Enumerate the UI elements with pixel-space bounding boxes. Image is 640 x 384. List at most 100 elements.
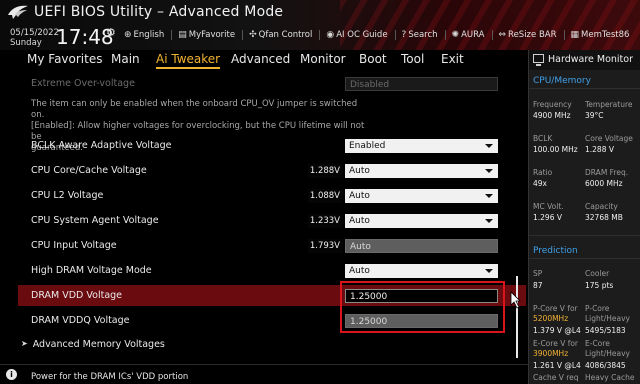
dram-vdd-voltage-label: DRAM VDD Voltage <box>31 290 123 301</box>
ecore-light-heavy-label: Light/Heavy <box>585 349 630 358</box>
ecore-label: E-Core <box>585 339 610 348</box>
date-display: 05/15/2022 Sunday <box>10 28 59 48</box>
aura-label: AURA <box>461 30 485 40</box>
day-text: Sunday <box>10 38 42 48</box>
myfavorite-button[interactable]: ▤ MyFavorite <box>178 30 235 40</box>
resize-bar-label: ReSize BAR <box>508 30 557 40</box>
cpu-l2-voltage-dropdown[interactable]: Auto <box>345 189 498 203</box>
cooler-value: 175 pts <box>585 281 614 290</box>
tab-advanced[interactable]: Advanced <box>231 52 290 66</box>
toolbar-divider <box>394 30 396 40</box>
main-menu: My Favorites Main Ai Tweaker Advanced Mo… <box>0 50 528 71</box>
chevron-down-icon <box>485 194 493 198</box>
toolbar-divider <box>563 30 565 40</box>
bclk-aware-value: Enabled <box>349 141 386 151</box>
cpu-input-voltage-field[interactable]: Auto <box>345 239 498 253</box>
clock-settings-icon[interactable]: ⚙ <box>106 26 116 39</box>
toolbar-divider <box>319 30 321 40</box>
pcore-light-heavy-value: 5495/5183 <box>585 326 626 335</box>
ecore-v-for-label: E-Core V for <box>533 339 579 348</box>
tab-main[interactable]: Main <box>111 52 140 66</box>
ratio-label: Ratio <box>533 168 553 177</box>
cache-v-req-label: Cache V req <box>533 373 579 382</box>
aura-icon: ✺ <box>451 30 460 40</box>
cpu-l2-voltage-reading: 1.088V <box>308 189 343 203</box>
pcore-label: P-Core <box>585 304 610 313</box>
advanced-memory-voltages-submenu[interactable]: ➤ Advanced Memory Voltages <box>21 339 165 350</box>
language-button[interactable]: ⊕ English <box>124 30 164 40</box>
info-icon: i <box>6 369 17 380</box>
settings-scrollbar[interactable] <box>516 276 518 358</box>
mouse-cursor-icon <box>510 291 521 309</box>
bclk-aware-label: BCLK Aware Adaptive Voltage <box>31 140 172 151</box>
annotation-highlight-box <box>340 281 505 333</box>
tab-tool[interactable]: Tool <box>401 52 424 66</box>
help-icon: ? <box>401 30 407 40</box>
tab-my-favorites[interactable]: My Favorites <box>27 52 102 66</box>
temperature-label: Temperature <box>585 100 633 109</box>
tab-exit[interactable]: Exit <box>441 52 464 66</box>
tab-ai-tweaker[interactable]: Ai Tweaker <box>156 52 221 69</box>
favorite-icon: ▤ <box>178 30 187 40</box>
settings-panel: Extreme Over-voltage Disabled The item c… <box>18 71 526 364</box>
memtest86-button[interactable]: ▦ MemTest86 <box>571 30 630 40</box>
chevron-right-icon: ➤ <box>21 339 28 348</box>
description-line: The item can only be enabled when the on… <box>31 99 358 120</box>
language-label: English <box>133 30 165 40</box>
pcore-v-for-frequency: 5200MHz <box>533 314 569 323</box>
cpu-core-cache-voltage-reading: 1.288V <box>308 164 343 178</box>
toolbar: ⊕ English ▤ MyFavorite ✣ Qfan Control ◉ … <box>124 30 629 40</box>
resize-icon: ⇔ <box>498 30 507 40</box>
ai-oc-guide-label: AI OC Guide <box>336 30 388 40</box>
high-dram-voltage-mode-dropdown[interactable]: Auto <box>345 264 498 278</box>
frequency-label: Frequency <box>533 100 572 109</box>
toolbar-divider <box>171 30 173 40</box>
chevron-down-icon <box>485 269 493 273</box>
aura-button[interactable]: ✺ AURA <box>452 30 485 40</box>
ai-oc-icon: ◉ <box>326 30 335 40</box>
app-title: UEFI BIOS Utility – Advanced Mode <box>34 4 284 20</box>
cpu-system-agent-voltage-label: CPU System Agent Voltage <box>31 215 159 226</box>
rog-logo-icon <box>8 5 28 19</box>
chevron-down-icon <box>485 219 493 223</box>
header-decoration <box>340 0 640 50</box>
ecore-v-for-frequency: 3900MHz <box>533 349 569 358</box>
section-divider <box>529 88 640 89</box>
help-text: Power for the DRAM ICs' VDD portion <box>31 372 189 382</box>
myfavorite-label: MyFavorite <box>188 30 236 40</box>
prediction-section-title: Prediction <box>533 246 578 256</box>
cpu-input-voltage-label: CPU Input Voltage <box>31 240 117 251</box>
mc-volt-value: 1.296 V <box>533 213 562 222</box>
qfan-control-button[interactable]: ✣ Qfan Control <box>249 30 312 40</box>
ecore-v-for-value: 1.261 V @L4 <box>533 361 581 370</box>
hardware-monitor-header: Hardware Monitor <box>529 50 640 70</box>
memtest-icon: ▦ <box>570 30 580 40</box>
chevron-down-icon <box>485 169 493 173</box>
search-button[interactable]: ? Search <box>402 30 438 40</box>
monitor-icon <box>533 54 544 66</box>
section-divider <box>529 258 640 259</box>
capacity-value: 32768 MB <box>585 213 623 222</box>
cpu-input-voltage-reading: 1.793V <box>308 239 343 253</box>
chevron-down-icon <box>485 144 493 148</box>
cpu-system-agent-voltage-dropdown[interactable]: Auto <box>345 214 498 228</box>
memtest86-label: MemTest86 <box>581 30 630 40</box>
pcore-v-for-label: P-Core V for <box>533 304 578 313</box>
dram-freq-value: 6000 MHz <box>585 179 623 188</box>
pcore-light-heavy-label: Light/Heavy <box>585 314 630 323</box>
tab-monitor[interactable]: Monitor <box>300 52 346 66</box>
tab-boot[interactable]: Boot <box>359 52 387 66</box>
sp-value: 87 <box>533 281 543 290</box>
resize-bar-button[interactable]: ⇔ ReSize BAR <box>499 30 557 40</box>
temperature-value: 39°C <box>585 111 604 120</box>
hardware-monitor-panel: Hardware Monitor CPU/Memory Frequency 49… <box>528 50 640 384</box>
advanced-memory-voltages-label: Advanced Memory Voltages <box>32 339 165 350</box>
high-dram-voltage-mode-label: High DRAM Voltage Mode <box>31 265 152 276</box>
cpu-system-agent-voltage-value: Auto <box>349 216 370 226</box>
toolbar-divider <box>491 30 493 40</box>
cpu-l2-voltage-label: CPU L2 Voltage <box>31 190 104 201</box>
capacity-label: Capacity <box>585 202 618 211</box>
ai-oc-guide-button[interactable]: ◉ AI OC Guide <box>326 30 387 40</box>
cpu-core-cache-voltage-dropdown[interactable]: Auto <box>345 164 498 178</box>
bclk-aware-dropdown[interactable]: Enabled <box>345 139 498 153</box>
